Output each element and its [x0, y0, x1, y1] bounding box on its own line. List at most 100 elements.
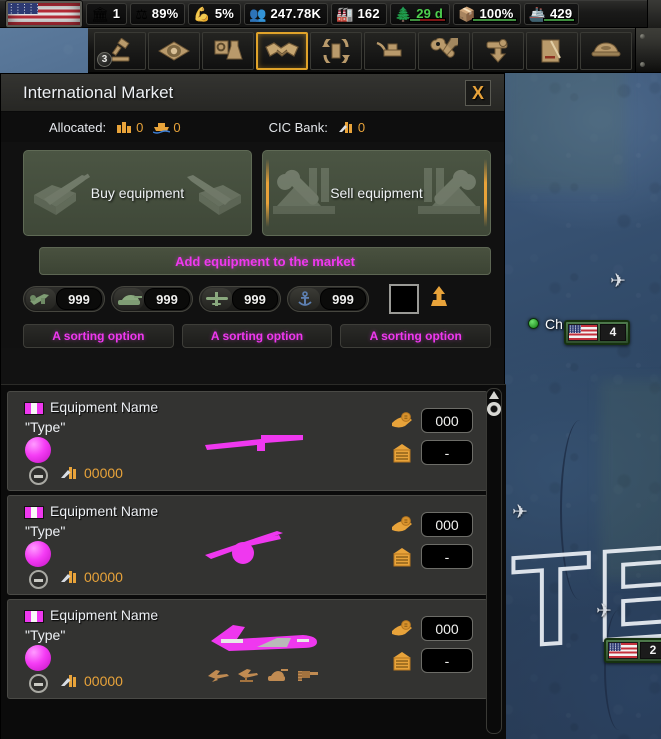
resource-value: 5%	[214, 6, 235, 21]
cic-factory-icon	[61, 467, 76, 479]
toolbar-trade-button[interactable]	[310, 31, 362, 70]
resource-manpower[interactable]: 👥 247.78K	[244, 2, 329, 25]
rifle-silhouette-icon	[205, 435, 303, 451]
plane-marker-icon[interactable]: ✈	[596, 602, 612, 621]
filter-infantry-equipment[interactable]: 999	[23, 286, 105, 312]
close-button[interactable]: X	[465, 80, 491, 106]
color-swatch-button[interactable]	[389, 284, 419, 314]
sell-equipment-button[interactable]: Sell equipment	[262, 150, 491, 236]
convoy-progress-bar	[472, 17, 517, 22]
cic-factory-icon	[338, 122, 352, 133]
plane-marker-icon[interactable]: ✈	[512, 503, 528, 522]
intelligence-eye-icon	[158, 40, 190, 61]
sort-option-1[interactable]: A sorting option	[23, 324, 174, 348]
allocated-label: Allocated:	[49, 119, 107, 135]
remove-equipment-button[interactable]	[29, 570, 48, 589]
equipment-art	[168, 610, 358, 692]
toolbar-intelligence-button[interactable]	[148, 31, 200, 70]
buy-equipment-button[interactable]: Buy equipment	[23, 150, 252, 236]
remove-equipment-button[interactable]	[29, 674, 48, 693]
resource-war-support[interactable]: 💪 5%	[188, 2, 242, 25]
research-icon	[214, 40, 243, 59]
city-label: Ch	[545, 316, 563, 332]
filter-armor-equipment[interactable]: 999	[111, 286, 193, 312]
equipment-cost-value: 00000	[84, 465, 123, 481]
logistics-wrench-icon	[430, 37, 458, 58]
remove-equipment-button[interactable]	[29, 466, 48, 485]
toolbar-deployment-button[interactable]	[472, 31, 524, 70]
support-small-icon	[298, 671, 318, 681]
sort-option-1-label: A sorting option	[52, 329, 145, 343]
toolbar-production-button[interactable]	[364, 31, 416, 70]
toolbar-research-button[interactable]	[202, 31, 254, 70]
equipment-price-row: 000	[390, 616, 473, 641]
sort-option-3[interactable]: A sorting option	[340, 324, 492, 348]
toolbar-logistics-button[interactable]	[418, 31, 470, 70]
table-row[interactable]: Equipment Name "Type" 00000 000 -	[7, 495, 488, 595]
resource-stability[interactable]: ⚖ 89%	[130, 2, 186, 25]
air-equipment-icon	[202, 288, 232, 310]
toolbar-diplomacy-button[interactable]	[256, 31, 308, 70]
equipment-price-row: 000	[390, 512, 473, 537]
production-icon	[376, 41, 402, 56]
stability-icon: ⚖	[135, 5, 148, 22]
resource-value: 247.78K	[270, 6, 322, 21]
list-scrollbar[interactable]	[486, 388, 502, 734]
resource-political-power[interactable]: 🏛 1	[86, 2, 128, 25]
map-river	[604, 610, 634, 730]
sort-ascending-arrow-icon[interactable]	[429, 285, 449, 314]
equipment-price-value: 000	[421, 512, 473, 537]
plane-marker-icon[interactable]: ✈	[610, 272, 626, 291]
equipment-list: Equipment Name "Type" 00000 000 - Equipm…	[1, 384, 506, 739]
country-flag-button[interactable]	[0, 0, 86, 28]
cic-factory-icon	[61, 571, 76, 583]
allocated-factories: 0	[116, 120, 143, 135]
unit-counter-value: 4	[600, 324, 626, 341]
filter-armor-value: 999	[144, 288, 190, 310]
aircraft-small-icon	[208, 670, 229, 682]
us-flag-icon	[6, 0, 82, 27]
sort-option-3-label: A sorting option	[369, 329, 462, 343]
toolbar-high-command-button[interactable]	[580, 31, 632, 70]
allocation-row: Allocated: 0 0 CIC Bank: 0	[1, 112, 504, 142]
unit-counter[interactable]: 4	[564, 320, 630, 345]
resource-convoys[interactable]: 📦 100%	[453, 2, 521, 25]
politics-badge: 3	[97, 51, 112, 67]
window-body: Allocated: 0 0 CIC Bank: 0 Buy equipment…	[1, 112, 504, 348]
toolbar-politics-button[interactable]: 3	[94, 31, 146, 70]
hand-with-coin-icon	[392, 515, 412, 531]
table-row[interactable]: Equipment Name "Type" 00000 000 -	[7, 391, 488, 491]
add-equipment-to-market-button[interactable]: Add equipment to the market	[39, 247, 491, 275]
equipment-type: "Type"	[25, 627, 66, 643]
placeholder-orb-icon	[25, 541, 51, 567]
equipment-stats: 000 -	[390, 512, 473, 576]
placeholder-flag-icon	[24, 402, 44, 415]
sort-options-row: A sorting option A sorting option A sort…	[1, 314, 504, 348]
toolbar-decisions-button[interactable]	[526, 31, 578, 70]
scroll-up-triangle-icon[interactable]	[489, 391, 499, 399]
filter-air-equipment[interactable]: 999	[199, 286, 281, 312]
placeholder-orb-icon	[25, 437, 51, 463]
equipment-name: Equipment Name	[50, 399, 159, 415]
topbar-end-cap	[647, 0, 661, 28]
add-equipment-label: Add equipment to the market	[175, 253, 355, 269]
resource-factories[interactable]: 🏭 162	[331, 2, 387, 25]
main-toolbar: 3	[88, 28, 661, 73]
unit-counter[interactable]: 2	[604, 638, 661, 663]
equipment-type: "Type"	[25, 523, 66, 539]
resource-naval[interactable]: 🚢 429	[523, 2, 580, 25]
unit-counter-value: 2	[640, 642, 661, 659]
equipment-price-value: 000	[421, 408, 473, 433]
scroll-thumb-icon[interactable]	[487, 402, 501, 416]
table-row[interactable]: Equipment Name "Type" 00000 000 -	[7, 599, 488, 699]
equipment-cost: 00000	[60, 569, 123, 585]
screen-root: TES ✈ ✈ ✈ Ch 4 2 🏛 1 ⚖ 89% 💪 5% 👥 247.78…	[0, 0, 661, 739]
toolbar-end-cap	[635, 28, 661, 73]
page-title: International Market	[23, 82, 174, 102]
resource-construction[interactable]: 🌲 29 d	[389, 2, 451, 25]
sort-option-2[interactable]: A sorting option	[181, 324, 333, 348]
infantry-equipment-icon	[26, 288, 56, 310]
sort-option-2-label: A sorting option	[210, 329, 304, 343]
city-dot-icon[interactable]	[528, 318, 539, 329]
filter-naval-equipment[interactable]: 999	[287, 286, 369, 312]
